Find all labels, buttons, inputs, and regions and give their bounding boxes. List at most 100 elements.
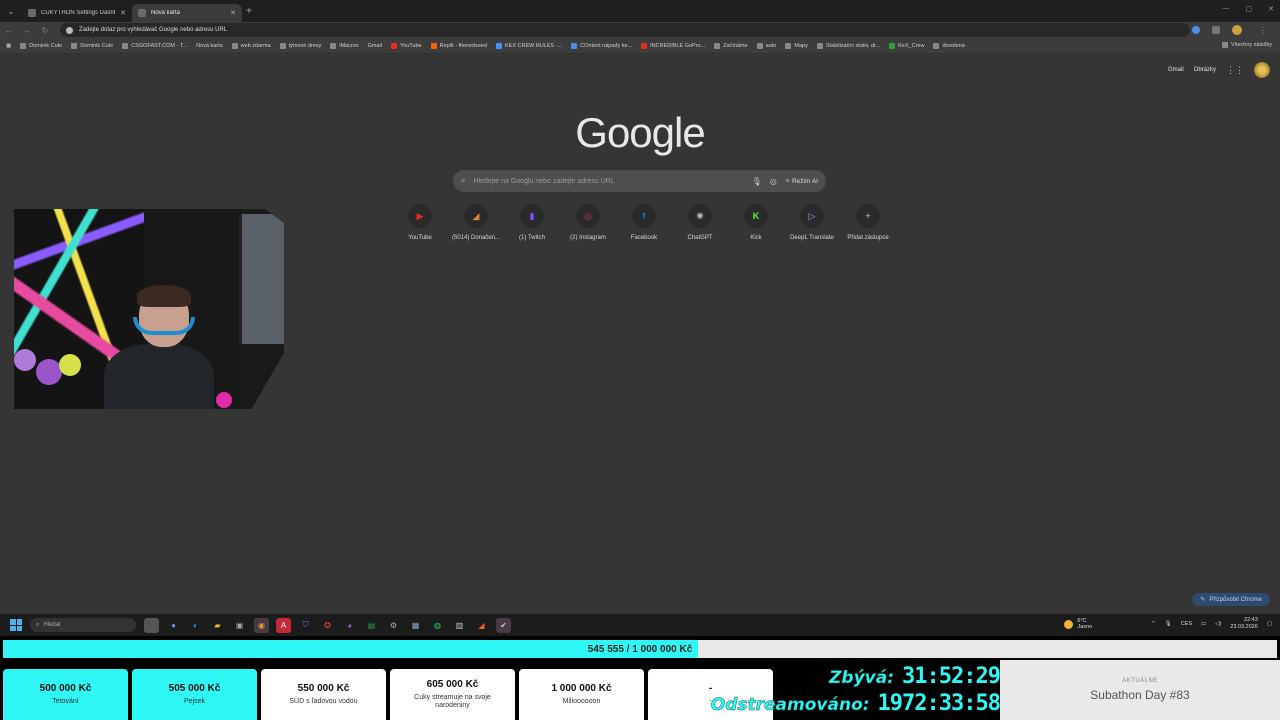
app-icon[interactable]: ✪ <box>320 618 335 633</box>
bookmark-item[interactable]: Mapy <box>785 42 808 49</box>
browser-toolbar: ← → ↻ Zadejte dotaz pro vyhledávač Googl… <box>0 22 1280 38</box>
folder-icon <box>330 42 337 49</box>
maximize-icon[interactable]: ▢ <box>1246 5 1253 13</box>
twitch-icon: ▮ <box>520 204 544 228</box>
bookmark-item[interactable]: Začínáme <box>714 42 748 49</box>
bookmark-item[interactable]: Gmail <box>368 43 382 49</box>
bookmark-item[interactable]: KeX_Crew <box>889 42 924 49</box>
images-link[interactable]: Obrázky <box>1194 67 1216 73</box>
profile-avatar[interactable] <box>1232 25 1242 35</box>
bookmark-favicon <box>20 42 27 49</box>
apps-grid-icon[interactable]: ▦ <box>6 43 11 49</box>
bookmark-folder[interactable]: iMacros <box>330 42 359 49</box>
tab-close-icon[interactable]: ✕ <box>120 9 126 17</box>
bookmark-item[interactable]: KEX CREW RULES -... <box>496 42 562 49</box>
bookmark-folder[interactable]: auto <box>756 42 776 49</box>
menu-kebab-icon[interactable]: ⋮ <box>1254 26 1272 35</box>
shortcut-donations[interactable]: ◢ (5014) Donačen... <box>448 204 504 241</box>
notification-icon[interactable]: ▢ <box>1267 621 1272 627</box>
search-box[interactable]: ⌕ Hledejte na Googlu nebo zadejte adresu… <box>453 170 826 192</box>
shortcut-kick[interactable]: K Kick <box>728 204 784 241</box>
shortcut-youtube[interactable]: ▶ YouTube <box>392 204 448 241</box>
google-apps-icon[interactable]: ⋮⋮ <box>1226 65 1244 76</box>
tab-close-icon[interactable]: ✕ <box>230 9 236 17</box>
teams-icon[interactable]: ● <box>166 618 181 633</box>
app-icon[interactable]: ▤ <box>364 618 379 633</box>
bookmark-item[interactable]: Dominik Cukr <box>20 42 62 49</box>
network-icon[interactable]: ▭ <box>1201 621 1206 627</box>
microphone-icon[interactable]: 🎙 <box>752 177 762 186</box>
goal-desc: SUD s ľadovou vodou <box>289 698 358 705</box>
file-explorer-icon[interactable]: ▰ <box>210 618 225 633</box>
shortcut-chatgpt[interactable]: ✺ ChatGPT <box>672 204 728 241</box>
bookmark-item[interactable]: YouTube <box>391 42 422 49</box>
gmail-link[interactable]: Gmail <box>1168 67 1184 73</box>
forward-icon[interactable]: → <box>18 26 36 35</box>
remaining-timer: Zbývá: 31:52:29 <box>775 664 1001 691</box>
account-avatar[interactable] <box>1254 62 1270 78</box>
customize-chrome-button[interactable]: ✎ Přizpůsobit Chrome <box>1192 593 1270 606</box>
store-icon[interactable]: ▣ <box>232 618 247 633</box>
task-view-icon[interactable] <box>144 617 159 633</box>
weather-widget[interactable]: 6°C Jasno <box>1064 618 1092 630</box>
microphone-icon[interactable]: 🎙 <box>1165 621 1172 627</box>
minimize-icon[interactable]: — <box>1223 5 1230 13</box>
search-icon: ⌕ <box>461 176 466 185</box>
facebook-icon: f <box>632 204 656 228</box>
taskbar-search[interactable]: ⌕ Hledat <box>30 618 136 632</box>
windows-start-icon[interactable] <box>10 619 22 631</box>
bookmark-item[interactable]: Nová karta <box>196 43 223 49</box>
add-shortcut-button[interactable]: + Přidat zástupce <box>840 204 896 241</box>
bookmark-item[interactable]: INCREDIBLE GoPro... <box>641 42 705 49</box>
tab-new-tab[interactable]: Nová karta ✕ <box>132 4 242 22</box>
app-icon[interactable]: ◢ <box>474 618 489 633</box>
app-icon[interactable]: ✔ <box>496 617 511 633</box>
google-lens-icon[interactable]: ◎ <box>770 177 777 186</box>
acrobat-icon[interactable]: A <box>276 617 291 633</box>
bookmark-item[interactable]: Replit - fitenedseed <box>430 42 487 49</box>
bookmark-item[interactable]: web zdarma <box>231 42 271 49</box>
new-tab-button[interactable]: + <box>246 6 252 17</box>
bookmark-item[interactable]: týmové dresy <box>279 42 321 49</box>
whatsapp-icon[interactable]: ◍ <box>430 618 445 633</box>
volume-icon[interactable]: ◁) <box>1215 621 1221 627</box>
tray-chevron-icon[interactable]: ⌃ <box>1151 621 1156 627</box>
settings-icon[interactable]: ⚙ <box>386 618 401 633</box>
folder-icon <box>756 42 763 49</box>
bookmark-item[interactable]: Stabilizační stativ, dr... <box>816 42 880 49</box>
clock[interactable]: 22:43 23.03.2026 <box>1230 617 1258 631</box>
shield-icon[interactable]: ⛉ <box>298 618 313 633</box>
ai-mode-button[interactable]: ✧ Režim AI <box>785 177 818 185</box>
bookmark-item[interactable]: COntent nápady ke... <box>571 42 632 49</box>
all-bookmarks-button[interactable]: Všechny záložky <box>1222 42 1272 48</box>
app-icon[interactable]: ▦ <box>408 618 423 633</box>
language-indicator[interactable]: CES <box>1181 621 1192 627</box>
extensions-puzzle-icon[interactable] <box>1212 26 1220 34</box>
edge-icon[interactable]: ◐ <box>188 618 203 633</box>
google-logo: Google <box>575 109 705 156</box>
tab-search-button[interactable]: ⌄ <box>0 0 22 22</box>
bookmark-item[interactable]: Dominik Cukr <box>71 42 113 49</box>
address-bar[interactable]: Zadejte dotaz pro vyhledávač Google nebo… <box>60 23 1190 37</box>
bookmark-item[interactable]: CSGOFAST.COM - T... <box>122 42 187 49</box>
back-icon[interactable]: ← <box>0 26 18 35</box>
app-icon[interactable]: ◕ <box>342 618 357 633</box>
reload-icon[interactable]: ↻ <box>36 26 54 35</box>
top-links: Gmail Obrázky ⋮⋮ <box>1168 62 1270 78</box>
plus-icon: + <box>856 204 880 228</box>
shortcut-twitch[interactable]: ▮ (1) Twitch <box>504 204 560 241</box>
google-icon <box>66 26 73 34</box>
shortcut-instagram[interactable]: ◎ (2) Instagram <box>560 204 616 241</box>
extension-icon[interactable] <box>1192 26 1200 34</box>
shortcut-deepl[interactable]: ▷ DeepL Translate <box>784 204 840 241</box>
donation-progress-bar: 545 555 / 1 000 000 Kč <box>3 640 1277 658</box>
streamed-label: Odstreamováno: <box>710 695 870 716</box>
chrome-icon[interactable]: ◉ <box>254 617 269 633</box>
app-icon[interactable]: ▥ <box>452 618 467 633</box>
shortcut-facebook[interactable]: f Facebook <box>616 204 672 241</box>
close-window-icon[interactable]: ✕ <box>1268 5 1274 13</box>
bookmark-folder[interactable]: dovolená <box>933 42 965 49</box>
tab-settings-dashboard[interactable]: CUKYTHON Settings Dashboard ✕ <box>22 4 132 22</box>
chatgpt-icon: ✺ <box>688 204 712 228</box>
instagram-icon: ◎ <box>576 204 600 228</box>
